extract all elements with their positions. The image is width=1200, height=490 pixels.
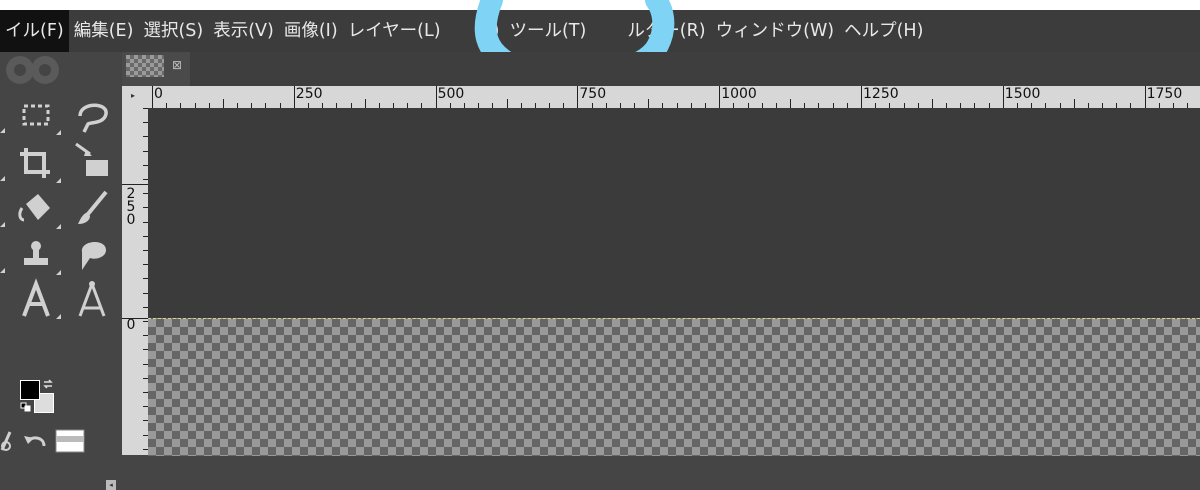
swap-colors-icon[interactable] xyxy=(42,378,54,390)
menu-tools[interactable]: ツール(T) xyxy=(504,10,591,52)
clone-stamp-icon[interactable] xyxy=(12,232,60,276)
ruler-minor-tick xyxy=(790,99,792,108)
ruler-label: 0 xyxy=(126,317,136,333)
ruler-major-tick xyxy=(122,184,148,185)
ruler-minor-tick xyxy=(1073,99,1075,108)
menu-windows[interactable]: ウィンドウ(W) xyxy=(711,10,839,52)
canvas-area: ▸ 0 250 500 750 1000 1250 1500 1750 250 0 xyxy=(122,86,1200,456)
menu-layer[interactable]: レイヤー(L) xyxy=(343,10,446,52)
canvas-viewport[interactable] xyxy=(148,108,1200,456)
ruler-major-tick xyxy=(1144,86,1146,108)
ruler-minor-tick xyxy=(506,99,508,108)
window-top-strip xyxy=(0,0,1200,10)
ruler-major-tick xyxy=(719,86,721,108)
ruler-label: 0 xyxy=(154,86,163,102)
quick-mask-toggle-icon[interactable]: ▸ xyxy=(131,91,135,100)
tool-group-indicator xyxy=(56,224,61,229)
image-preview-icon[interactable] xyxy=(55,429,85,453)
ruler-label: 1750 xyxy=(1146,86,1183,102)
menu-image[interactable]: 画像(I) xyxy=(279,10,343,52)
text-tool-icon[interactable] xyxy=(12,278,60,322)
ruler-corner[interactable]: ▸ xyxy=(122,86,148,108)
vertical-ruler[interactable]: 2500 xyxy=(122,108,148,455)
menu-help[interactable]: ヘルプ(H) xyxy=(839,10,928,52)
warp-transform-icon[interactable] xyxy=(68,140,116,184)
toolbox-panel: ◂ xyxy=(0,52,122,490)
ruler-major-tick xyxy=(293,86,295,108)
menu-colors[interactable]: (C) xyxy=(446,10,505,52)
menu-bar: イル(F) 編集(E) 選択(S) 表示(V) 画像(I) レイヤー(L) (C… xyxy=(0,10,1200,52)
ruler-minor-tick xyxy=(931,99,933,108)
tool-group-indicator xyxy=(56,270,61,275)
ruler-label: 1000 xyxy=(721,86,757,102)
ruler-label: 1250 xyxy=(863,86,899,102)
tool-group-indicator xyxy=(0,176,5,181)
menu-view[interactable]: 表示(V) xyxy=(208,10,279,52)
tool-group-indicator xyxy=(0,222,5,227)
brush-options-icon[interactable] xyxy=(0,431,12,451)
free-select-icon[interactable] xyxy=(68,94,116,138)
tool-group-indicator xyxy=(56,130,61,135)
menu-filters[interactable]: ルター(R) xyxy=(591,10,710,52)
ruler-major-tick xyxy=(1002,86,1004,108)
ruler-label: 250 xyxy=(295,86,323,102)
gimp-logo-icon xyxy=(6,56,59,84)
ruler-label: 500 xyxy=(437,86,465,102)
ruler-major-tick xyxy=(861,86,862,108)
tool-group-indicator xyxy=(0,128,5,133)
menu-file[interactable]: イル(F) xyxy=(0,10,69,52)
menu-select[interactable]: 選択(S) xyxy=(138,10,208,52)
horizontal-ruler[interactable]: 0 250 500 750 1000 1250 1500 1750 xyxy=(148,86,1200,108)
image-thumbnail xyxy=(126,55,164,77)
undo-history-icon[interactable] xyxy=(24,436,46,447)
image-tab-bar: ⊠ xyxy=(122,52,1200,86)
rect-select-icon[interactable] xyxy=(12,94,60,138)
measure-icon[interactable] xyxy=(68,278,116,322)
default-colors-icon[interactable] xyxy=(20,402,32,412)
close-tab-icon[interactable]: ⊠ xyxy=(172,58,182,72)
tool-group-indicator xyxy=(56,178,61,183)
panel-menu-icon[interactable]: ◂ xyxy=(106,480,116,490)
ruler-minor-tick xyxy=(222,99,224,108)
ruler-label: 1500 xyxy=(1004,86,1041,102)
ruler-label: 0 xyxy=(126,212,136,228)
foreground-color-swatch[interactable] xyxy=(20,380,40,400)
transparent-image-layer[interactable] xyxy=(148,318,1200,456)
ruler-minor-tick xyxy=(364,99,366,108)
paintbrush-icon[interactable] xyxy=(68,186,116,230)
crop-icon[interactable] xyxy=(12,140,60,184)
ruler-major-tick xyxy=(122,318,148,319)
tool-group-indicator xyxy=(56,314,61,319)
image-tab[interactable]: ⊠ xyxy=(122,52,190,86)
bucket-fill-icon[interactable] xyxy=(12,186,60,230)
ruler-major-tick xyxy=(435,86,437,108)
ruler-minor-tick xyxy=(648,99,650,108)
menu-edit[interactable]: 編集(E) xyxy=(69,10,139,52)
toolbox-bottom-icons xyxy=(0,429,85,453)
smudge-icon[interactable] xyxy=(68,232,116,276)
ruler-major-tick xyxy=(152,86,153,108)
ruler-label: 750 xyxy=(579,86,607,102)
ruler-major-tick xyxy=(577,86,579,108)
tool-group-indicator xyxy=(0,268,5,273)
